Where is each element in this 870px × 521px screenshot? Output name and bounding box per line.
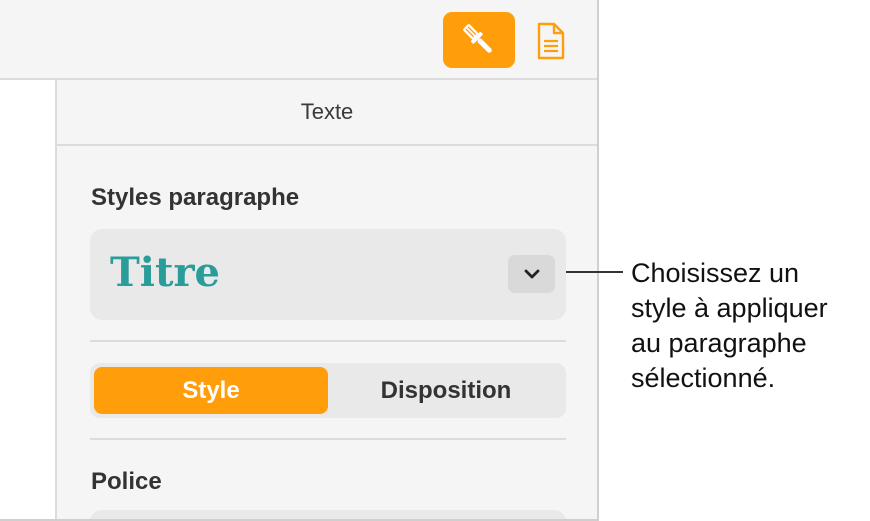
callout-line-2: style à appliquer xyxy=(631,293,828,323)
callout-line-1: Choisissez un xyxy=(631,258,800,288)
style-layout-segmented-control: Style Disposition xyxy=(90,363,566,418)
selected-style-name: Titre xyxy=(110,249,220,296)
divider xyxy=(90,438,566,440)
format-button[interactable] xyxy=(443,12,515,68)
paintbrush-icon xyxy=(463,24,492,53)
toolbar xyxy=(0,0,597,80)
chevron-down-icon xyxy=(524,269,539,279)
paragraph-styles-label: Styles paragraphe xyxy=(91,184,300,211)
font-label: Police xyxy=(91,468,162,495)
tab-style[interactable]: Style xyxy=(94,367,328,414)
divider xyxy=(90,340,566,342)
callout-line-3: au paragraphe xyxy=(631,328,807,358)
document-icon xyxy=(537,22,565,60)
style-dropdown-button[interactable] xyxy=(508,255,555,293)
app-window: Texte Styles paragraphe Titre Style Disp… xyxy=(0,0,599,521)
callout-line-4: sélectionné. xyxy=(631,363,776,393)
paragraph-style-picker[interactable]: Titre xyxy=(90,229,566,320)
tab-layout[interactable]: Disposition xyxy=(330,367,562,414)
callout-text: Choisissez un style à appliquer au parag… xyxy=(631,256,867,396)
section-title-text[interactable]: Texte xyxy=(57,80,597,146)
document-canvas[interactable] xyxy=(0,80,57,519)
font-picker[interactable] xyxy=(90,510,566,519)
document-button[interactable] xyxy=(533,20,569,62)
callout-line xyxy=(566,271,623,273)
format-sidebar: Texte Styles paragraphe Titre Style Disp… xyxy=(57,80,597,519)
